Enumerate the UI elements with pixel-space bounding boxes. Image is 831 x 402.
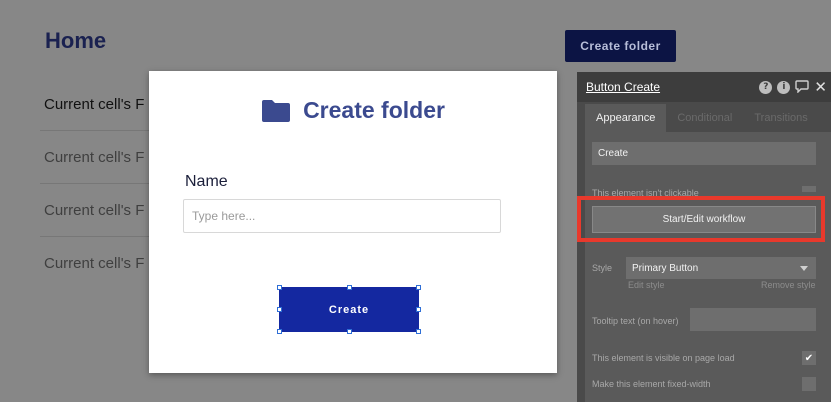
fixed-width-label: Make this element fixed-width	[592, 379, 711, 389]
resize-handle[interactable]	[277, 329, 282, 334]
tab-appearance[interactable]: Appearance	[585, 104, 667, 132]
repeating-group: Current cell's F Current cell's F Curren…	[40, 78, 160, 290]
edit-style-link[interactable]: Edit style	[628, 280, 665, 290]
resize-handle[interactable]	[347, 285, 352, 290]
button-text-field[interactable]: Create	[592, 142, 816, 165]
resize-handle[interactable]	[416, 307, 421, 312]
fixed-width-checkbox[interactable]	[802, 377, 816, 391]
chevron-down-icon	[800, 266, 808, 271]
name-input[interactable]	[183, 199, 501, 233]
tab-conditional[interactable]: Conditional	[666, 104, 743, 132]
resize-handle[interactable]	[277, 307, 282, 312]
close-icon[interactable]: ✕	[814, 79, 827, 94]
create-folder-popup: Create folder Name Create	[149, 71, 557, 373]
property-tabs: Appearance Conditional Transitions	[577, 104, 831, 132]
popup-title: Create folder	[303, 97, 445, 123]
element-name[interactable]: Button Create	[586, 80, 660, 94]
popup-header: Create folder	[149, 97, 557, 124]
create-folder-button[interactable]: Create folder	[565, 30, 676, 62]
list-item[interactable]: Current cell's F	[40, 131, 160, 184]
list-item[interactable]: Current cell's F	[40, 78, 160, 131]
list-item[interactable]: Current cell's F	[40, 237, 160, 290]
appearance-body: Create This element isn't clickable Star…	[585, 132, 831, 402]
remove-style-link[interactable]: Remove style	[761, 280, 816, 290]
tab-transitions[interactable]: Transitions	[743, 104, 818, 132]
property-editor-header: Button Create ? i ✕	[577, 72, 831, 102]
style-label: Style	[592, 263, 613, 273]
resize-handle[interactable]	[347, 329, 352, 334]
page-title: Home	[45, 28, 107, 53]
style-select-value: Primary Button	[632, 262, 699, 274]
help-icon[interactable]: ?	[759, 80, 773, 94]
create-button[interactable]: Create	[279, 287, 419, 332]
highlight-box	[577, 196, 825, 242]
visible-on-load-label: This element is visible on page load	[592, 353, 735, 363]
comment-icon[interactable]	[795, 78, 810, 97]
resize-handle[interactable]	[277, 285, 282, 290]
not-clickable-checkbox[interactable]	[802, 186, 816, 192]
folder-icon	[261, 99, 291, 123]
style-select[interactable]: Primary Button	[626, 257, 816, 279]
resize-handle[interactable]	[416, 329, 421, 334]
resize-handle[interactable]	[416, 285, 421, 290]
visible-on-load-checkbox[interactable]: ✔	[802, 351, 816, 365]
info-icon[interactable]: i	[777, 80, 791, 94]
list-item[interactable]: Current cell's F	[40, 184, 160, 237]
header-icons: ? i ✕	[759, 78, 827, 97]
tooltip-label: Tooltip text (on hover)	[592, 316, 679, 326]
tooltip-input[interactable]	[690, 308, 816, 331]
name-label: Name	[185, 173, 228, 190]
